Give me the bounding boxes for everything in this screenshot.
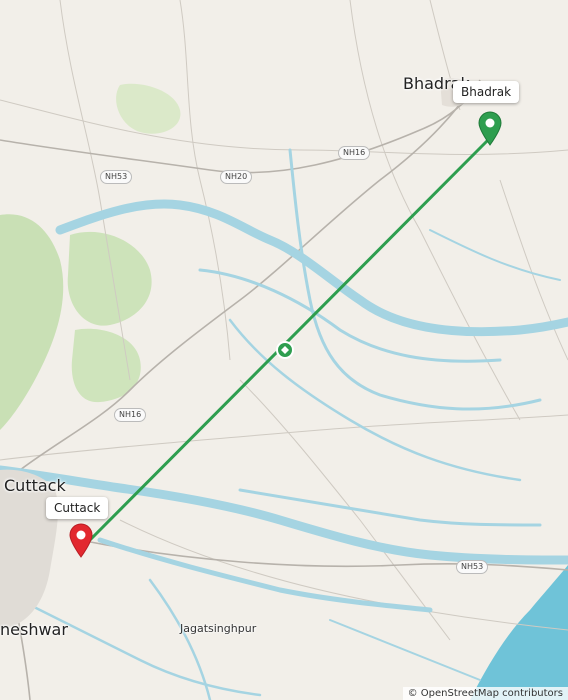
map-attribution[interactable]: © OpenStreetMap contributors [402,687,568,700]
place-label-cuttack: Cuttack [4,476,66,495]
road-shield: NH16 [114,408,147,422]
road-shield: NH53 [100,170,133,184]
origin-tooltip: Cuttack [46,497,109,519]
place-label-bhubaneswar: neshwar [0,620,68,639]
place-label-jagatsinghpur: Jagatsinghpur [180,622,257,635]
road-shield: NH20 [220,170,253,184]
map-canvas[interactable]: Bhadrak Cuttack neshwar Jagatsinghpur NH… [0,0,568,700]
origin-marker-icon[interactable] [68,522,94,558]
route-midpoint-icon[interactable] [275,340,295,360]
road-shield: NH53 [456,560,489,574]
destination-marker-icon[interactable] [477,110,503,146]
destination-tooltip: Bhadrak [453,81,520,103]
road-shield: NH16 [338,146,371,160]
